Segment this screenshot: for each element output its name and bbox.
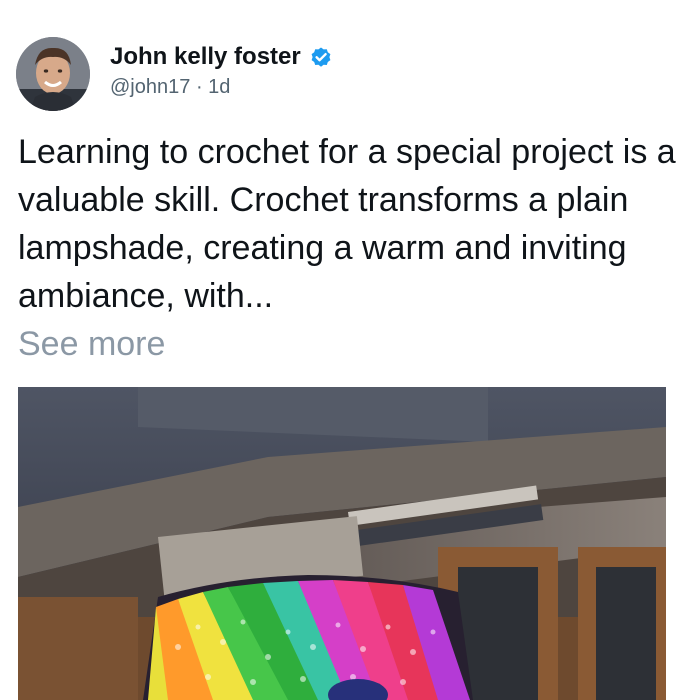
post-card: John kelly foster @john17 · 1d Learning … <box>0 0 700 700</box>
author-handle[interactable]: @john17 <box>110 76 190 98</box>
post-header: John kelly foster @john17 · 1d <box>16 34 333 114</box>
post-text: Learning to crochet for a special projec… <box>18 128 694 368</box>
post-age[interactable]: 1d <box>208 76 230 98</box>
lampshade-photo <box>18 387 666 700</box>
verified-badge-icon <box>309 45 333 69</box>
post-image[interactable] <box>18 387 666 700</box>
see-more-link[interactable]: See more <box>18 320 694 368</box>
post-body: Learning to crochet for a special projec… <box>18 133 676 315</box>
avatar-photo <box>16 37 90 111</box>
author-sub-row: @john17 · 1d <box>110 75 333 99</box>
author-display-name[interactable]: John kelly foster <box>110 43 301 71</box>
author-meta: John kelly foster @john17 · 1d <box>110 43 333 99</box>
avatar[interactable] <box>16 37 90 111</box>
meta-separator: · <box>195 76 203 98</box>
author-name-row: John kelly foster <box>110 43 333 71</box>
